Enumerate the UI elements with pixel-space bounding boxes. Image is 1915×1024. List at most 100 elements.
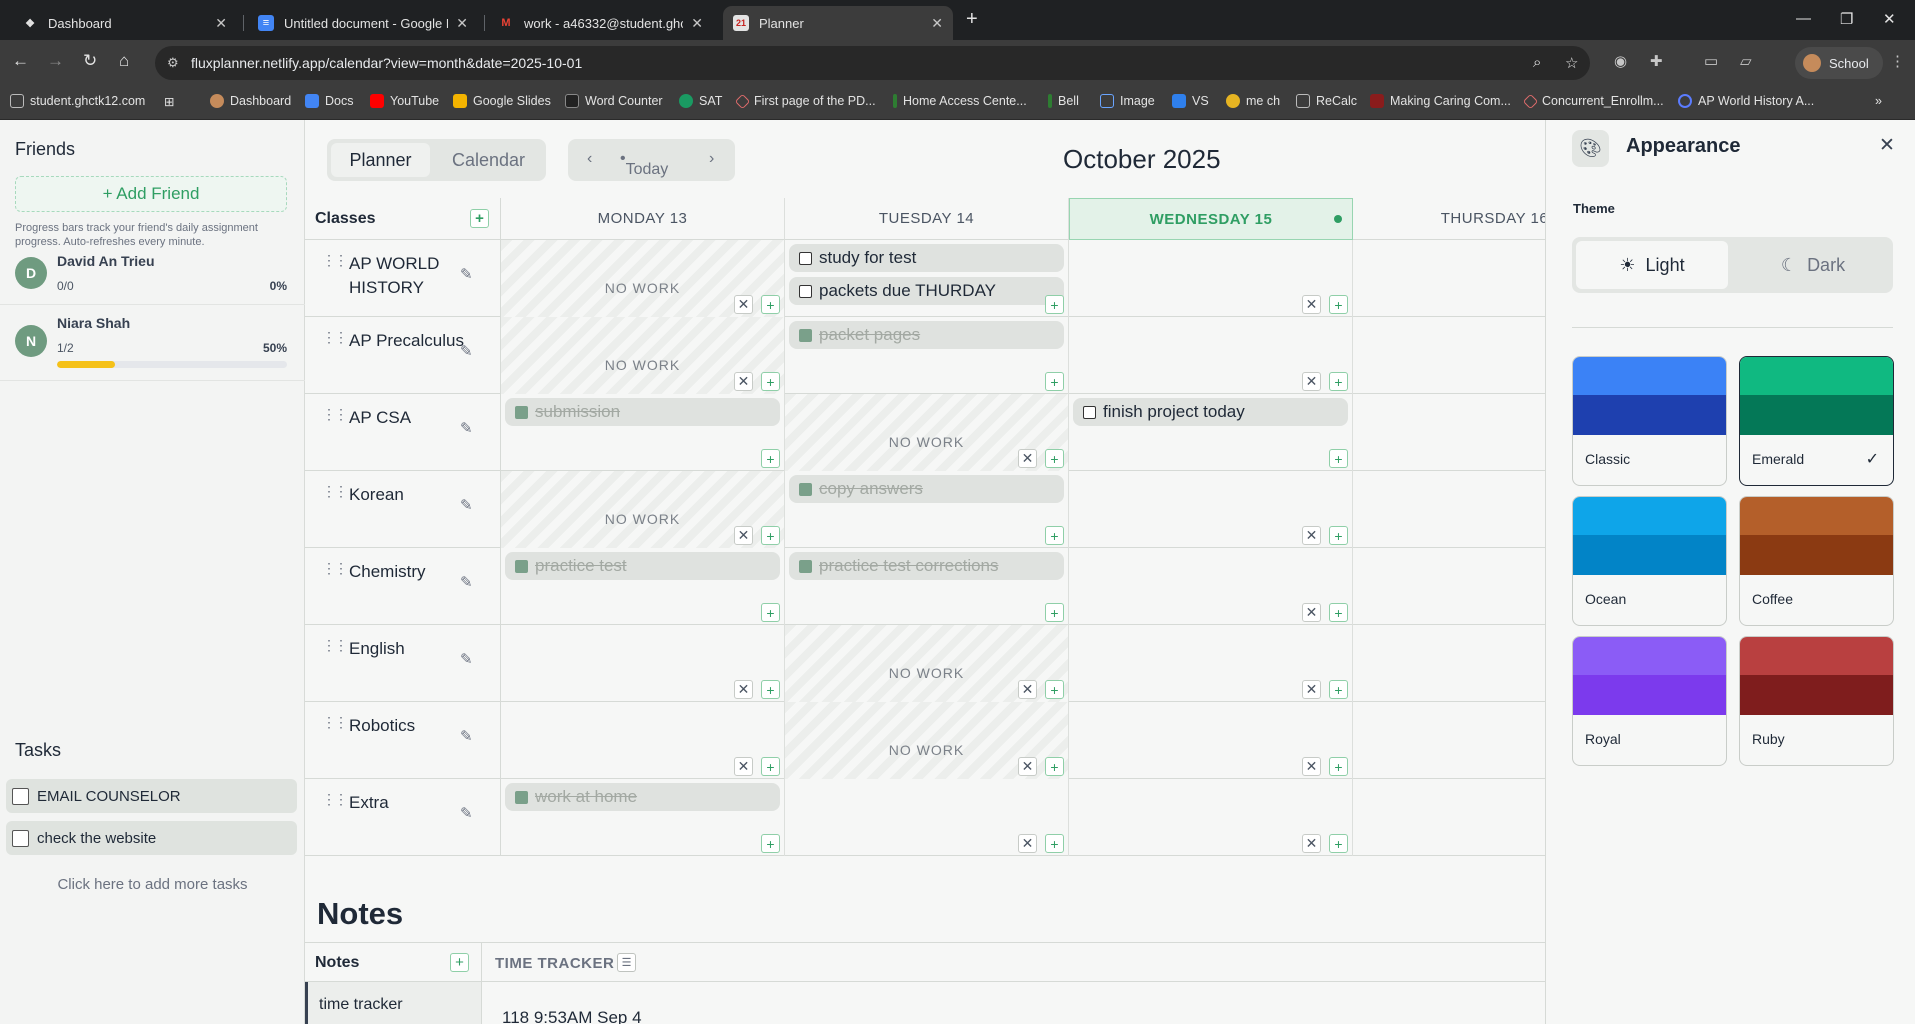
add-assignment-button[interactable]: + [1329, 603, 1348, 622]
planner-cell[interactable]: copy answers + [785, 471, 1069, 548]
mark-no-work-button[interactable]: ✕ [1302, 526, 1321, 545]
mark-no-work-button[interactable]: ✕ [1018, 757, 1037, 776]
assignment-checkbox[interactable] [799, 559, 812, 573]
address-bar[interactable]: ⚙ fluxplanner.netlify.app/calendar?view=… [155, 46, 1590, 80]
mark-no-work-button[interactable]: ✕ [1018, 680, 1037, 699]
assignment-checkbox[interactable] [799, 328, 812, 342]
mark-no-work-button[interactable]: ✕ [734, 526, 753, 545]
list-icon[interactable]: ☰ [617, 953, 636, 972]
drag-handle-icon[interactable]: ⋮⋮ [322, 406, 348, 423]
task-item[interactable]: EMAIL COUNSELOR [6, 779, 297, 813]
minimize-icon[interactable]: — [1796, 10, 1811, 27]
add-assignment-button[interactable]: + [761, 526, 780, 545]
today-button[interactable]: • Today [620, 150, 668, 178]
edit-pencil-icon[interactable]: ✎ [460, 496, 473, 514]
note-content[interactable]: 118 9:53AM Sep 4 [502, 1008, 642, 1024]
edit-pencil-icon[interactable]: ✎ [460, 804, 473, 822]
close-icon[interactable]: ✕ [1879, 134, 1895, 157]
assignment-item[interactable]: submission [505, 398, 780, 426]
add-assignment-button[interactable]: + [1045, 680, 1064, 699]
mark-no-work-button[interactable]: ✕ [734, 295, 753, 314]
close-icon[interactable]: ✕ [456, 15, 468, 32]
planner-cell[interactable] [1353, 471, 1545, 548]
menu-kebab-icon[interactable]: ⋮ [1890, 52, 1905, 70]
close-icon[interactable]: ✕ [215, 15, 227, 32]
assignment-checkbox[interactable] [799, 251, 812, 265]
bookmark-item[interactable]: ReCalc [1296, 94, 1357, 108]
add-assignment-button[interactable]: + [761, 680, 780, 699]
palette-swatch-ocean[interactable]: Ocean [1572, 496, 1727, 626]
add-assignment-button[interactable]: + [1329, 295, 1348, 314]
add-assignment-button[interactable]: + [1329, 834, 1348, 853]
chevron-left-icon[interactable]: ‹ [587, 150, 592, 168]
add-assignment-button[interactable]: + [761, 757, 780, 776]
add-assignment-button[interactable]: + [1045, 295, 1064, 314]
friend-item[interactable]: D David An Trieu 0/0 0% [0, 243, 305, 305]
bookmark-item[interactable]: VS [1172, 94, 1209, 108]
assignment-checkbox[interactable] [515, 559, 528, 573]
mark-no-work-button[interactable]: ✕ [1302, 834, 1321, 853]
add-assignment-button[interactable]: + [1329, 372, 1348, 391]
bookmark-item[interactable]: Making Caring Com... [1370, 94, 1511, 108]
add-assignment-button[interactable]: + [1329, 449, 1348, 468]
planner-cell[interactable]: NO WORK ✕ + [785, 394, 1069, 471]
add-assignment-button[interactable]: + [1045, 834, 1064, 853]
bookmark-item[interactable]: Image [1100, 94, 1155, 108]
planner-cell[interactable] [1353, 317, 1545, 394]
planner-cell[interactable]: ✕ + [1069, 471, 1353, 548]
assignment-item[interactable]: practice test [505, 552, 780, 580]
assignment-checkbox[interactable] [515, 405, 528, 419]
edit-pencil-icon[interactable]: ✎ [460, 419, 473, 437]
planner-cell[interactable]: ✕ + [1069, 317, 1353, 394]
bookmark-item[interactable]: AP World History A... [1678, 94, 1814, 108]
back-icon[interactable]: ← [12, 51, 29, 71]
assignment-item[interactable]: packets due THURDAY [789, 277, 1064, 305]
assignment-item[interactable]: finish project today [1073, 398, 1348, 426]
mark-no-work-button[interactable]: ✕ [1018, 449, 1037, 468]
add-friend-button[interactable]: + Add Friend [15, 176, 287, 212]
task-item[interactable]: check the website [6, 821, 297, 855]
drag-handle-icon[interactable]: ⋮⋮ [322, 252, 348, 269]
chevron-right-icon[interactable]: › [709, 150, 714, 168]
mark-no-work-button[interactable]: ✕ [734, 680, 753, 699]
assignment-checkbox[interactable] [799, 284, 812, 298]
palette-swatch-ruby[interactable]: Ruby [1739, 636, 1894, 766]
apps-icon[interactable]: ⊞ [164, 94, 174, 109]
edit-pencil-icon[interactable]: ✎ [460, 650, 473, 668]
add-assignment-button[interactable]: + [1045, 603, 1064, 622]
planner-cell[interactable] [1353, 702, 1545, 779]
planner-cell[interactable]: ✕ + [1069, 548, 1353, 625]
bookmark-item[interactable]: student.ghctk12.com [10, 94, 145, 108]
bookmark-item[interactable]: First page of the PD... [734, 93, 876, 109]
palette-swatch-royal[interactable]: Royal [1572, 636, 1727, 766]
drag-handle-icon[interactable]: ⋮⋮ [322, 329, 348, 346]
planner-cell[interactable]: practice test corrections + [785, 548, 1069, 625]
tab-calendar-view[interactable]: Calendar [435, 143, 542, 177]
zoom-icon[interactable]: ⌕ [1533, 54, 1541, 71]
site-info-icon[interactable]: ⚙ [167, 55, 179, 71]
planner-cell[interactable]: ✕ + [1069, 702, 1353, 779]
planner-cell[interactable]: ✕ + [1069, 779, 1353, 856]
mark-no-work-button[interactable]: ✕ [1302, 757, 1321, 776]
drag-handle-icon[interactable]: ⋮⋮ [322, 483, 348, 500]
dark-mode-button[interactable]: ☾ Dark [1737, 241, 1889, 289]
edit-pencil-icon[interactable]: ✎ [460, 342, 473, 360]
friend-item[interactable]: N Niara Shah 1/2 50% [0, 305, 305, 381]
bookmark-item[interactable]: YouTube [370, 94, 439, 108]
restore-icon[interactable]: ❐ [1840, 10, 1853, 28]
mark-no-work-button[interactable]: ✕ [1302, 603, 1321, 622]
planner-cell[interactable]: finish project today + [1069, 394, 1353, 471]
planner-cell[interactable] [1353, 548, 1545, 625]
edit-pencil-icon[interactable]: ✎ [460, 265, 473, 283]
extensions-puzzle-icon[interactable]: ✚ [1650, 52, 1663, 70]
tab-dashboard[interactable]: ❖ Dashboard ✕ [12, 6, 237, 40]
tab-planner[interactable]: 21 Planner ✕ [723, 6, 953, 40]
reload-icon[interactable]: ↻ [83, 51, 97, 71]
assignment-item[interactable]: study for test [789, 244, 1064, 272]
bookmark-item[interactable]: Bell [1048, 94, 1079, 108]
planner-cell[interactable]: NO WORK ✕ + [785, 625, 1069, 702]
add-assignment-button[interactable]: + [1045, 449, 1064, 468]
forward-icon[interactable]: → [47, 51, 64, 71]
mark-no-work-button[interactable]: ✕ [1302, 680, 1321, 699]
mark-no-work-button[interactable]: ✕ [1302, 372, 1321, 391]
